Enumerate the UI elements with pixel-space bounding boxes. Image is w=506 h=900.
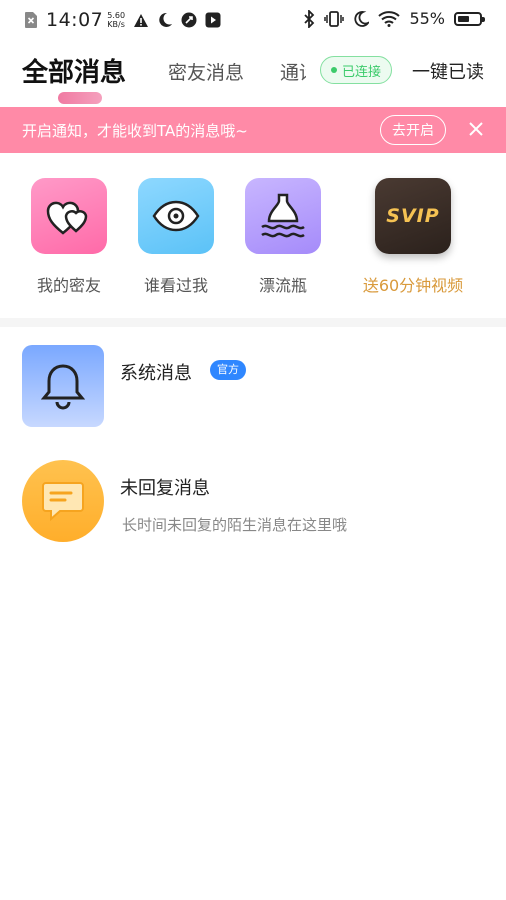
moon-icon xyxy=(159,12,173,27)
notification-banner-text: 开启通知，才能收到TA的消息哦~ xyxy=(22,122,248,140)
sim-card-icon xyxy=(25,12,37,28)
tab-call[interactable]: 通话 xyxy=(280,58,306,85)
bottle-icon xyxy=(245,178,321,254)
network-speed: 5.60 KB/s xyxy=(107,11,126,29)
list-item-unreplied-messages[interactable]: 未回复消息 长时间未回复的陌生消息在这里哦 xyxy=(0,460,506,550)
connected-dot xyxy=(331,67,337,73)
tab-all-messages[interactable]: 全部消息 xyxy=(22,52,126,89)
svip-text: SVIP xyxy=(386,205,440,227)
shortcut-label: 我的密友 xyxy=(36,276,101,295)
shortcut-who-viewed-me[interactable]: 谁看过我 xyxy=(126,178,226,296)
wifi-icon xyxy=(378,10,401,27)
vibrate-icon xyxy=(324,10,345,27)
message-subtitle: 长时间未回复的陌生消息在这里哦 xyxy=(122,516,348,534)
notification-banner: 开启通知，才能收到TA的消息哦~ 去开启 xyxy=(0,107,506,153)
battery-level xyxy=(458,15,469,22)
hearts-icon xyxy=(31,178,107,254)
message-title: 系统消息 xyxy=(120,363,192,384)
shortcut-label: 谁看过我 xyxy=(143,276,208,295)
do-not-disturb-moon-icon xyxy=(354,10,370,27)
play-app-icon xyxy=(205,12,221,28)
bell-icon xyxy=(22,345,104,427)
shortcut-grid: 我的密友 谁看过我 漂流瓶 SVIP 送60分钟视频 xyxy=(0,178,506,298)
official-badge: 官方 xyxy=(210,360,246,380)
shortcut-my-friends[interactable]: 我的密友 xyxy=(19,178,119,296)
shortcut-svip-video[interactable]: SVIP 送60分钟视频 xyxy=(348,178,478,296)
shortcut-label: 漂流瓶 xyxy=(258,276,307,295)
shortcut-label: 送60分钟视频 xyxy=(362,276,464,295)
battery-percent: 55% xyxy=(409,9,445,28)
connected-label: 已连接 xyxy=(342,64,382,80)
app-notification-icon xyxy=(181,12,197,28)
list-item-system-message[interactable]: 系统消息 官方 xyxy=(0,345,506,435)
message-title: 未回复消息 xyxy=(120,478,210,499)
section-divider xyxy=(0,318,506,327)
svip-icon: SVIP xyxy=(375,178,451,254)
eye-icon xyxy=(138,178,214,254)
tab-friend-messages[interactable]: 密友消息 xyxy=(168,58,244,85)
bluetooth-icon xyxy=(304,9,315,28)
enable-notification-button[interactable]: 去开启 xyxy=(380,115,446,145)
warning-icon xyxy=(134,13,149,27)
mark-all-read-button[interactable]: 一键已读 xyxy=(412,58,484,84)
close-icon[interactable] xyxy=(466,119,486,139)
clock: 14:07 xyxy=(46,9,104,31)
battery-icon xyxy=(454,11,485,26)
status-bar: 14:07 5.60 KB/s 55% xyxy=(0,0,506,40)
chat-bubble-icon xyxy=(22,460,104,542)
message-tabs: 全部消息 密友消息 通话 已连接 一键已读 xyxy=(0,48,506,106)
active-tab-indicator xyxy=(58,92,102,104)
connected-badge: 已连接 xyxy=(320,56,393,84)
shortcut-drift-bottle[interactable]: 漂流瓶 xyxy=(233,178,333,296)
